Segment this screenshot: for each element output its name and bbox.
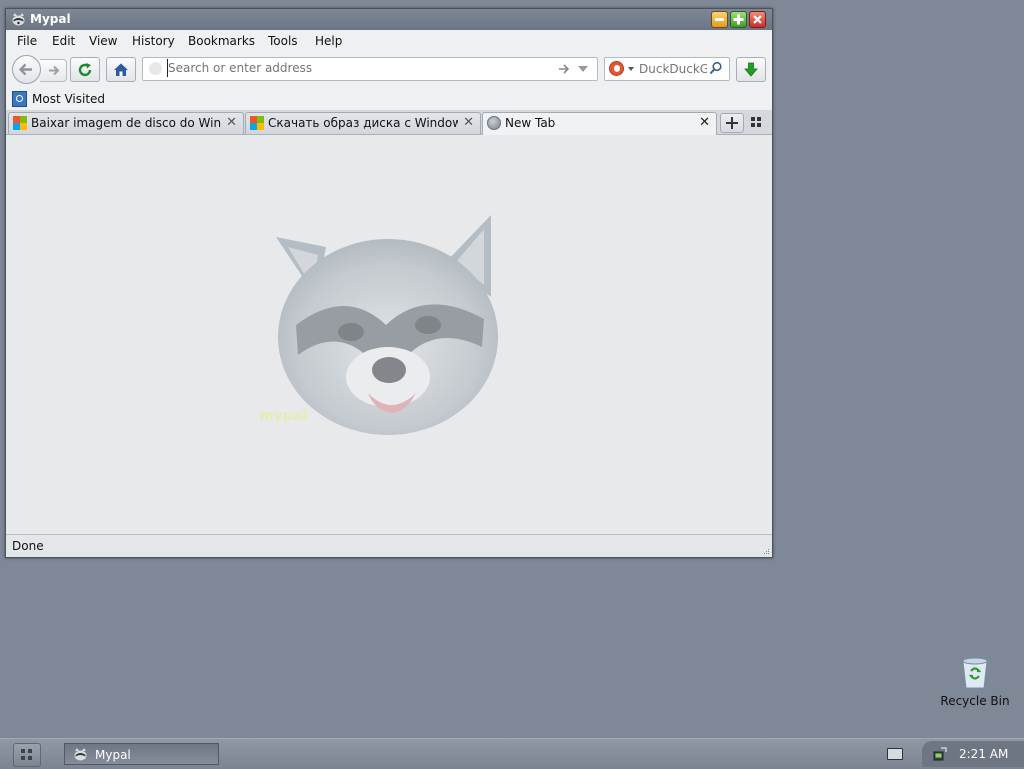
maximize-button[interactable] [730,11,747,28]
browser-window: Mypal File Edit View History Bookmarks T… [5,8,773,558]
plus-icon [726,117,738,129]
menu-bookmarks[interactable]: Bookmarks [188,34,255,48]
tab-label: New Tab [505,116,556,130]
minimize-icon [715,18,724,21]
system-tray: 2:21 AM [922,741,1024,767]
new-tab-page: mypal [8,135,768,534]
bookmarks-toolbar: Most Visited [6,88,772,110]
windows-logo-icon [250,116,264,130]
start-button[interactable] [13,743,41,767]
chevron-down-icon[interactable] [628,67,634,71]
search-bar[interactable] [604,57,730,81]
close-icon [753,15,762,24]
tab-skachat-obraz[interactable]: Скачать образ диска с Window... ✕ [245,112,481,134]
raccoon-app-icon [12,13,25,26]
close-tab-icon[interactable]: ✕ [699,115,710,130]
arrow-right-icon [49,65,60,76]
back-button[interactable] [12,55,41,84]
taskbar-item-mypal[interactable]: Mypal [64,743,219,765]
go-arrow-icon[interactable] [557,62,571,76]
start-grid-cell [28,749,32,753]
window-title: Mypal [30,12,71,26]
download-arrow-icon [744,62,758,77]
minimize-button[interactable] [711,11,728,28]
taskbar: Mypal 2:21 AM [0,738,1024,769]
network-icon[interactable] [932,746,948,762]
address-bar[interactable] [142,57,598,81]
duckduckgo-icon[interactable] [609,61,624,76]
site-identity-icon[interactable] [149,62,162,75]
resize-grip-icon[interactable] [762,547,770,555]
close-tab-icon[interactable]: ✕ [226,115,237,130]
keyboard-icon[interactable] [887,748,903,760]
plus-icon [733,14,744,25]
tab-new-tab[interactable]: New Tab ✕ [482,112,717,136]
tab-strip: Baixar imagem de disco do Win... ✕ Скача… [6,110,772,136]
tab-label: Baixar imagem de disco do Win... [31,116,221,130]
menu-view[interactable]: View [89,34,117,48]
home-icon [114,63,128,76]
arrow-left-icon [18,63,32,76]
most-visited-bookmark[interactable]: Most Visited [32,92,105,106]
menu-file[interactable]: File [17,34,37,48]
globe-icon [487,116,501,130]
url-input[interactable] [167,59,548,77]
downloads-button[interactable] [736,57,766,82]
close-window-button[interactable] [749,11,766,28]
most-visited-icon [12,91,27,107]
start-grid-cell [28,756,32,760]
svg-text:mypal: mypal [259,408,307,424]
reload-button[interactable] [70,57,100,82]
menu-history[interactable]: History [132,34,175,48]
menu-edit[interactable]: Edit [52,34,75,48]
raccoon-app-icon [74,748,87,761]
recycle-bin-desktop-icon[interactable]: Recycle Bin [932,657,1018,713]
search-icon[interactable] [709,61,723,75]
raccoon-mascot-image: mypal [259,215,498,435]
tab-baixar-imagem[interactable]: Baixar imagem de disco do Win... ✕ [8,112,244,134]
reload-icon [78,63,92,77]
menu-bar: File Edit View History Bookmarks Tools H… [6,30,772,52]
new-tab-button[interactable] [720,113,744,133]
windows-logo-icon [13,116,27,130]
chevron-down-icon[interactable] [577,65,589,73]
title-bar[interactable]: Mypal [6,9,772,30]
navigation-toolbar [6,52,772,88]
list-all-tabs-icon[interactable] [750,116,762,128]
taskbar-item-label: Mypal [95,748,131,762]
clock[interactable]: 2:21 AM [959,747,1008,761]
home-button[interactable] [106,57,136,82]
close-tab-icon[interactable]: ✕ [463,115,474,130]
menu-help[interactable]: Help [315,34,342,48]
recycle-bin-label: Recycle Bin [940,694,1010,708]
status-text: Done [12,539,44,553]
forward-button[interactable] [40,59,67,82]
start-grid-cell [21,756,25,760]
search-input[interactable] [639,60,707,77]
tab-label: Скачать образ диска с Window... [268,116,458,130]
start-grid-cell [21,749,25,753]
recycle-bin-icon [962,657,988,689]
menu-tools[interactable]: Tools [268,34,298,48]
status-bar: Done [6,534,772,557]
